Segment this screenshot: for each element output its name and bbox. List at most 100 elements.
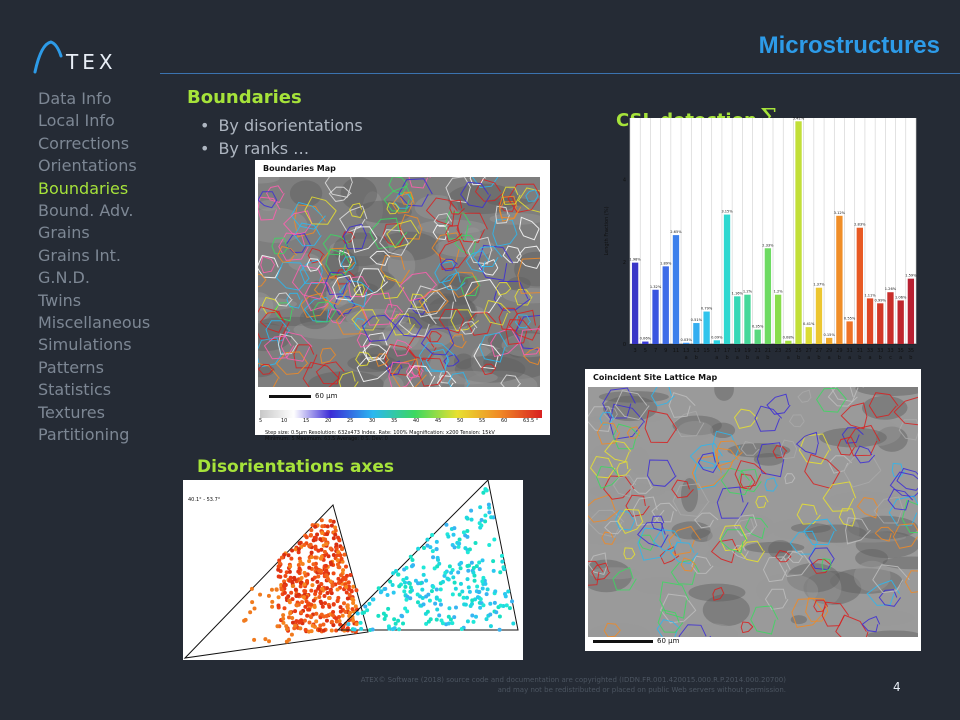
csl-map-scalebar: 60 µm: [593, 637, 679, 645]
sidebar-item-data-info[interactable]: Data Info: [38, 88, 150, 110]
brand-name: TEX: [66, 50, 117, 74]
axis-point: [362, 610, 367, 615]
axis-point: [321, 628, 326, 633]
axis-point: [491, 559, 496, 564]
axis-point: [276, 574, 281, 579]
axis-point: [282, 583, 287, 588]
axis-point: [348, 573, 353, 578]
axis-point: [318, 537, 323, 542]
x-tick-label: 19: [734, 348, 740, 354]
axis-point: [298, 626, 303, 631]
x-tick-label: 11: [673, 348, 679, 354]
sidebar-item-boundaries[interactable]: Boundaries: [38, 178, 150, 200]
sidebar-item-g-n-d[interactable]: G.N.D.: [38, 267, 150, 289]
axis-point: [396, 618, 401, 623]
axis-point: [307, 565, 312, 570]
axis-point: [415, 592, 420, 597]
axis-point: [304, 535, 309, 540]
sidebar-item-grains-int[interactable]: Grains Int.: [38, 245, 150, 267]
axis-point: [481, 575, 486, 580]
x-tick-label: 25: [785, 348, 791, 354]
axis-point: [411, 563, 416, 568]
axis-point: [299, 575, 304, 580]
axis-point: [319, 582, 324, 587]
axis-point: [293, 623, 298, 628]
x-tick-sublabel: a: [868, 355, 871, 361]
axis-point: [269, 587, 274, 592]
axis-point: [381, 611, 386, 616]
sidebar-item-patterns[interactable]: Patterns: [38, 357, 150, 379]
sidebar-item-orientations[interactable]: Orientations: [38, 155, 150, 177]
axis-point: [313, 524, 318, 529]
sidebar-item-textures[interactable]: Textures: [38, 402, 150, 424]
bar-value-label: 0.06%: [640, 337, 652, 341]
x-tick-label: 21: [765, 348, 771, 354]
axis-point: [431, 555, 436, 560]
x-tick-sublabel: a: [756, 355, 759, 361]
axis-point: [415, 600, 420, 605]
sidebar-item-statistics[interactable]: Statistics: [38, 379, 150, 401]
axis-point: [416, 581, 421, 586]
axis-point: [319, 556, 324, 561]
sidebar-item-twins[interactable]: Twins: [38, 290, 150, 312]
axis-point: [342, 552, 347, 557]
axis-point: [429, 589, 434, 594]
axis-point: [303, 627, 308, 632]
axis-point: [354, 588, 359, 593]
axis-point: [349, 588, 354, 593]
bar-value-label: 1.37%: [813, 283, 825, 287]
axis-point: [320, 524, 325, 529]
axis-point: [388, 579, 393, 584]
x-tick-sublabel: a: [828, 355, 831, 361]
sidebar-item-bound-adv[interactable]: Bound. Adv.: [38, 200, 150, 222]
y-tick-label: 2: [623, 260, 626, 266]
axis-point: [252, 637, 257, 642]
axis-point: [430, 532, 435, 537]
colorbar-tick: 55: [479, 418, 486, 424]
axis-point: [461, 595, 466, 600]
sidebar-item-corrections[interactable]: Corrections: [38, 133, 150, 155]
x-tick-sublabel: b: [766, 355, 769, 361]
axis-point: [471, 570, 476, 575]
sidebar-item-grains[interactable]: Grains: [38, 222, 150, 244]
axis-point: [300, 562, 305, 567]
x-tick-label: 15: [703, 348, 709, 354]
axis-point: [453, 586, 458, 591]
axis-point: [275, 624, 280, 629]
csl-bar: [815, 287, 823, 344]
axis-point: [311, 562, 316, 567]
csl-bar: [897, 300, 904, 344]
csl-bar: [713, 340, 720, 344]
axis-point: [465, 564, 470, 569]
csl-bar: [723, 214, 731, 344]
axis-point: [397, 584, 402, 589]
axis-point: [287, 578, 292, 583]
axis-point: [464, 515, 469, 520]
axis-point: [303, 573, 308, 578]
axis-point: [315, 532, 320, 537]
axis-point: [438, 602, 443, 607]
axis-point: [465, 577, 470, 582]
sidebar-item-miscellaneous[interactable]: Miscellaneous: [38, 312, 150, 334]
bar-value-label: 2.33%: [762, 243, 774, 247]
axis-point: [355, 611, 360, 616]
axis-point: [475, 584, 480, 589]
axis-point: [311, 598, 316, 603]
y-tick-label: 0: [623, 342, 626, 348]
csl-bar: [846, 321, 853, 344]
sidebar-item-simulations[interactable]: Simulations: [38, 334, 150, 356]
axis-point: [270, 604, 275, 609]
boundaries-map-stats: Minimum: 5 Maximum: 63.5 Average: 0 S. D…: [265, 436, 388, 442]
axis-point: [463, 546, 468, 551]
axis-point: [279, 555, 284, 560]
axis-point: [281, 616, 286, 621]
axis-point: [320, 604, 325, 609]
axis-point: [469, 517, 474, 522]
sidebar-item-local-info[interactable]: Local Info: [38, 110, 150, 132]
axis-point: [391, 590, 396, 595]
bullet-list: By disorientations By ranks …: [200, 114, 362, 160]
axis-point: [314, 611, 319, 616]
axis-point: [351, 598, 356, 603]
x-tick-sublabel: b: [879, 355, 882, 361]
sidebar-item-partitioning[interactable]: Partitioning: [38, 424, 150, 446]
